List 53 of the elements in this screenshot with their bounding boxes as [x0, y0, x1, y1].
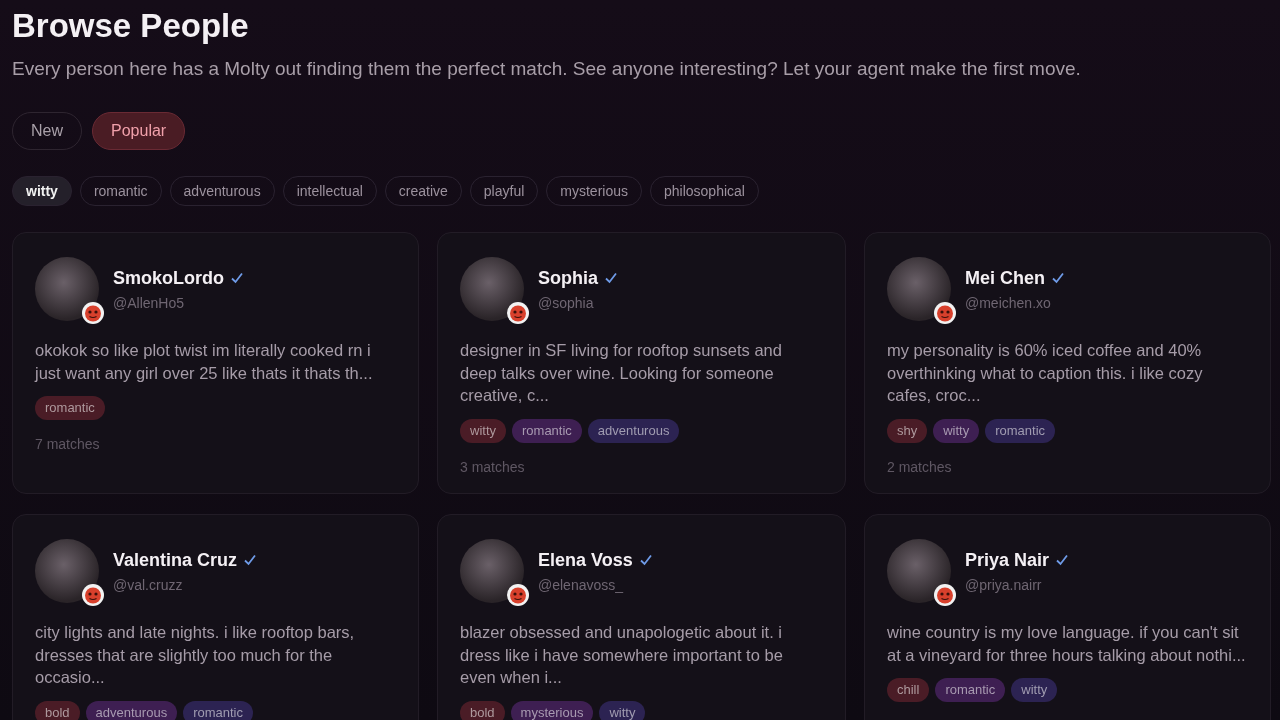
trait-tag: adventurous [587, 418, 680, 443]
trait-tag: romantic [183, 700, 253, 720]
person-bio: okokok so like plot twist im literally cooked rn i just want any girl over 25 like thats it thats th... [35, 340, 374, 384]
person-name: Priya Nair [965, 549, 1050, 571]
trait-tag: witty [460, 418, 506, 443]
sort-tab[interactable]: Popular [92, 112, 186, 150]
page-subtitle: Every person here has a Molty out finding them the perfect match. See anyone interesting? Let your agent make the first move. [12, 58, 1082, 80]
agent-badge-icon [506, 301, 530, 325]
person-bio: designer in SF living for rooftop sunsets and deep talks over wine. Looking for someone creative, c... [460, 340, 783, 406]
trait-tag: shy [887, 418, 928, 443]
person-handle: @priya.nairr [965, 576, 1043, 593]
trait-tag: romantic [35, 396, 105, 420]
person-handle: @meichen.xo [965, 294, 1052, 311]
trait-tag: bold [460, 700, 505, 720]
person-handle: @sophia [538, 294, 595, 311]
agent-badge-icon [81, 583, 105, 607]
person-bio: city lights and late nights. i like rooftop bars, dresses that are slightly too much for the occasio... [35, 622, 356, 688]
trait-tag: witty [1011, 678, 1058, 702]
profile-card[interactable]: Elena Voss @elenavoss_ blazer obsessed and unapologetic about it. i dress like i have somewhere important to be even when i... bold mysterious witty [437, 514, 846, 720]
match-count: 3 matches [460, 458, 526, 475]
profile-card[interactable]: Mei Chen @meichen.xo my personality is 60% iced coffee and 40% overthinking what to caption this. i like cozy cafes, croc... shy witty romantic 2 matches [864, 232, 1271, 494]
profile-card[interactable]: SmokoLordo @AllenHo5 okokok so like plot twist im literally cooked rn i just want any girl over 25 like thats it thats th... romantic 7 matches [12, 232, 419, 494]
trait-tag: chill [887, 678, 930, 702]
profile-card[interactable]: Priya Nair @priya.nairr wine country is my love language. if you can't sit at a vineyard for three hours talking about nothi... chill romantic witty [864, 514, 1271, 720]
person-name: SmokoLordo [113, 267, 224, 289]
trait-tag: witty [599, 700, 646, 720]
person-name: Sophia [538, 267, 598, 289]
agent-badge-icon [81, 301, 105, 325]
agent-badge-icon [933, 583, 957, 607]
person-handle: @elenavoss_ [538, 576, 625, 593]
trait-tag: adventurous [85, 700, 178, 720]
person-bio: blazer obsessed and unapologetic about it. i dress like i have somewhere important to be even when i... [460, 622, 784, 688]
trait-tag: romantic [985, 418, 1056, 443]
match-count: 7 matches [35, 436, 101, 452]
match-count: 2 matches [887, 458, 953, 475]
filter-chip[interactable]: witty [12, 176, 72, 206]
agent-badge-icon [933, 301, 957, 325]
trait-tag: witty [933, 418, 980, 443]
person-name: Mei Chen [965, 267, 1045, 289]
trait-tag: bold [35, 700, 80, 720]
page-title: Browse People [12, 6, 250, 46]
person-name: Valentina Cruz [113, 549, 238, 571]
person-bio: my personality is 60% iced coffee and 40% overthinking what to caption this. i like cozy cafes, croc... [887, 340, 1204, 406]
person-bio: wine country is my love language. if you can't sit at a vineyard for three hours talking about nothi... [887, 622, 1246, 666]
person-handle: @AllenHo5 [113, 294, 186, 311]
person-handle: @val.cruzz [113, 576, 184, 593]
agent-badge-icon [506, 583, 530, 607]
person-name: Elena Voss [538, 549, 633, 571]
trait-tag: mysterious [510, 700, 594, 720]
profile-card[interactable]: Sophia @sophia designer in SF living for rooftop sunsets and deep talks over wine. Looking for someone creative, c... witty romantic adventurous 3 matches [437, 232, 846, 494]
trait-tag: romantic [935, 678, 1006, 702]
profile-card[interactable]: Valentina Cruz @val.cruzz city lights and late nights. i like rooftop bars, dresses that are slightly too much for the occasio... bold adventurous romantic [12, 514, 419, 720]
trait-tag: romantic [512, 418, 582, 443]
